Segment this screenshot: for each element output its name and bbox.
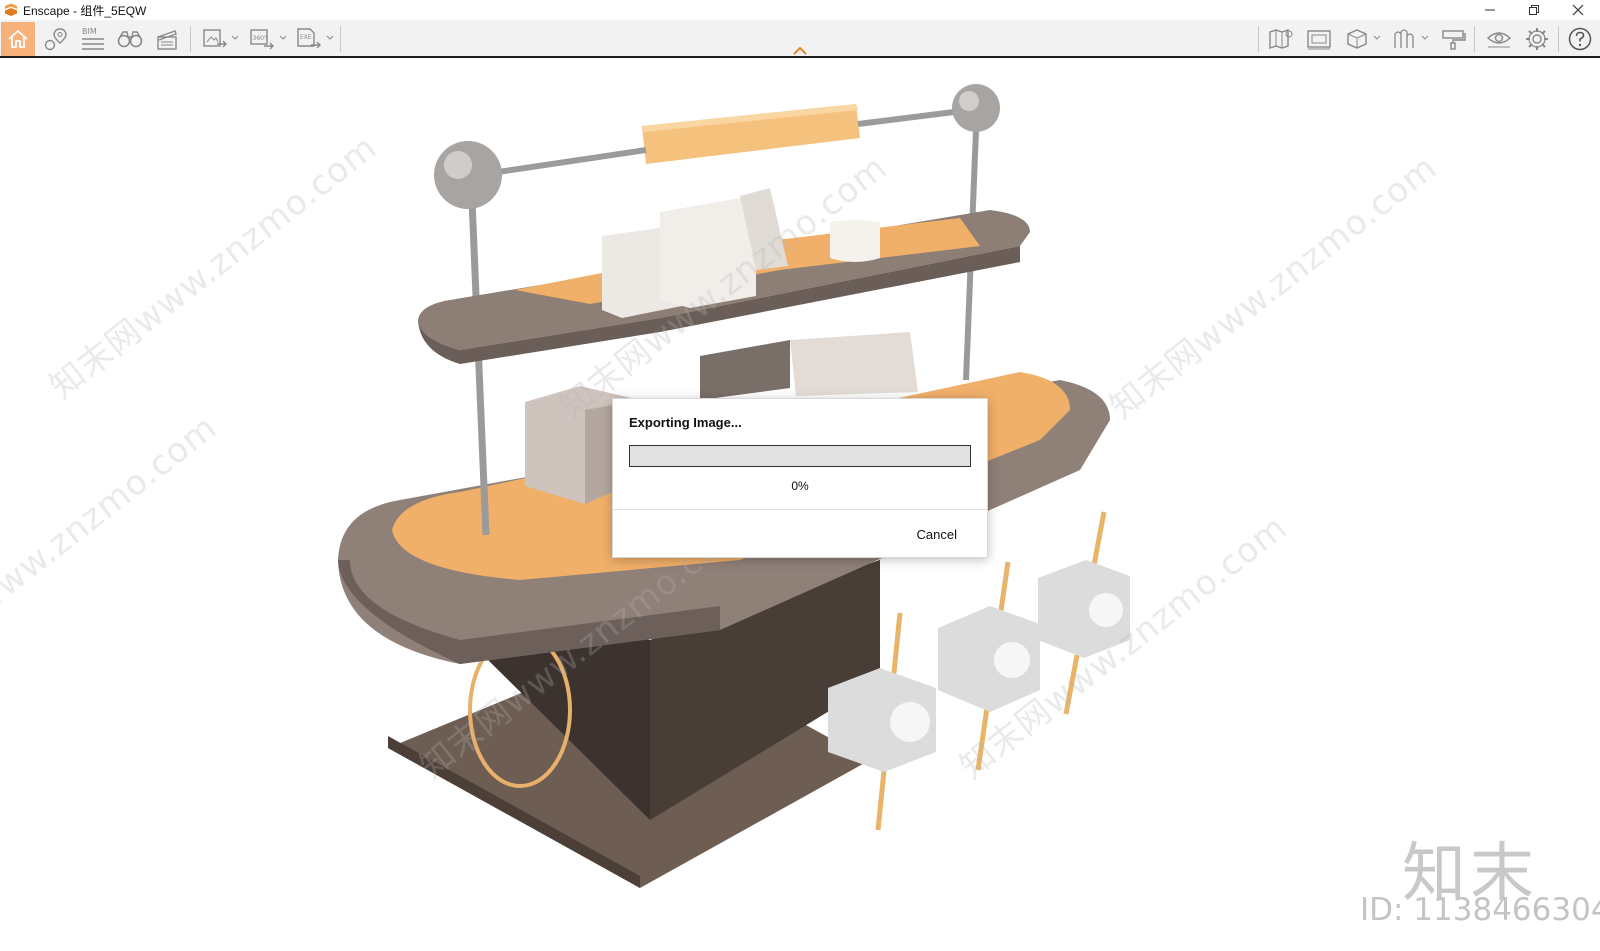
material-editor-icon (1442, 30, 1466, 50)
exe-export-button[interactable]: EXE (292, 22, 326, 56)
toolbar-separator (1474, 26, 1475, 52)
home-button[interactable] (1, 22, 35, 56)
toolbar-separator (340, 26, 341, 52)
asset-library-icon (1394, 29, 1414, 48)
chevron-down-icon (326, 35, 334, 40)
dialog-title: Exporting Image... (629, 415, 742, 430)
toolbar-separator (1558, 26, 1559, 52)
walk-mode-button[interactable] (113, 22, 147, 56)
asset-library-button[interactable] (1388, 22, 1422, 56)
settings-icon (1526, 28, 1548, 50)
collapse-toolbar-icon[interactable] (792, 44, 808, 56)
cancel-button[interactable]: Cancel (917, 527, 957, 542)
export-progress-dialog: Exporting Image... 0% Cancel (612, 398, 988, 558)
dialog-divider (613, 509, 987, 510)
settings-button[interactable] (1520, 22, 1554, 56)
svg-text:360°: 360° (253, 35, 267, 42)
close-button[interactable] (1556, 0, 1600, 20)
home-icon (8, 30, 28, 48)
export-progress-bar (629, 445, 971, 467)
visibility-button[interactable] (1482, 22, 1516, 56)
minimize-icon (1485, 9, 1495, 11)
view-mode-button[interactable] (1340, 22, 1374, 56)
help-button[interactable] (1563, 22, 1597, 56)
chevron-down-icon (1373, 35, 1381, 40)
progress-percent-label: 0% (791, 479, 809, 493)
close-icon (1572, 4, 1584, 16)
window-title: Enscape - 组件_5EQW (23, 3, 147, 18)
minimize-button[interactable] (1468, 0, 1512, 20)
help-icon (1568, 27, 1592, 51)
chevron-down-icon (231, 35, 239, 40)
clapperboard-icon (157, 30, 177, 50)
export-exe-dropdown[interactable] (325, 32, 335, 44)
cube-icon (1347, 29, 1367, 49)
enscape-logo-icon (5, 3, 17, 16)
restore-icon (1529, 5, 1539, 15)
title-bar: Enscape - 组件_5EQW (0, 0, 1600, 20)
bim-button[interactable]: BIM (76, 22, 110, 56)
id-watermark: ID: 1138466304 (1360, 892, 1600, 928)
export-image-icon (203, 29, 227, 48)
map-button[interactable] (1264, 22, 1298, 56)
export-panorama-dropdown[interactable] (278, 32, 288, 44)
svg-text:EXE: EXE (300, 34, 312, 41)
map-pin-icon (44, 28, 67, 51)
chevron-down-icon (279, 35, 287, 40)
video-editor-button[interactable] (150, 22, 184, 56)
capture-button[interactable] (1302, 22, 1336, 56)
restore-button[interactable] (1512, 0, 1556, 20)
svg-text:BIM: BIM (82, 27, 97, 36)
export-exe-icon: EXE (297, 28, 321, 49)
panorama-export-button[interactable]: 360° (245, 22, 279, 56)
asset-library-dropdown[interactable] (1420, 32, 1430, 44)
export-image-dropdown[interactable] (230, 32, 240, 44)
binoculars-icon (117, 31, 143, 48)
toolbar-separator (190, 26, 191, 52)
screenshot-icon (1307, 30, 1331, 50)
bim-icon: BIM (82, 27, 104, 50)
export-panorama-icon: 360° (250, 29, 274, 50)
view-mode-dropdown[interactable] (1372, 32, 1382, 44)
views-button[interactable] (39, 22, 73, 56)
toolbar-separator (1258, 26, 1259, 52)
chevron-down-icon (1421, 35, 1429, 40)
map-icon (1269, 29, 1293, 49)
screenshot-export-button[interactable] (198, 22, 232, 56)
material-editor-button[interactable] (1436, 22, 1470, 56)
eye-icon (1486, 32, 1512, 48)
toolbar: BIM 360° EXE (0, 20, 1600, 58)
